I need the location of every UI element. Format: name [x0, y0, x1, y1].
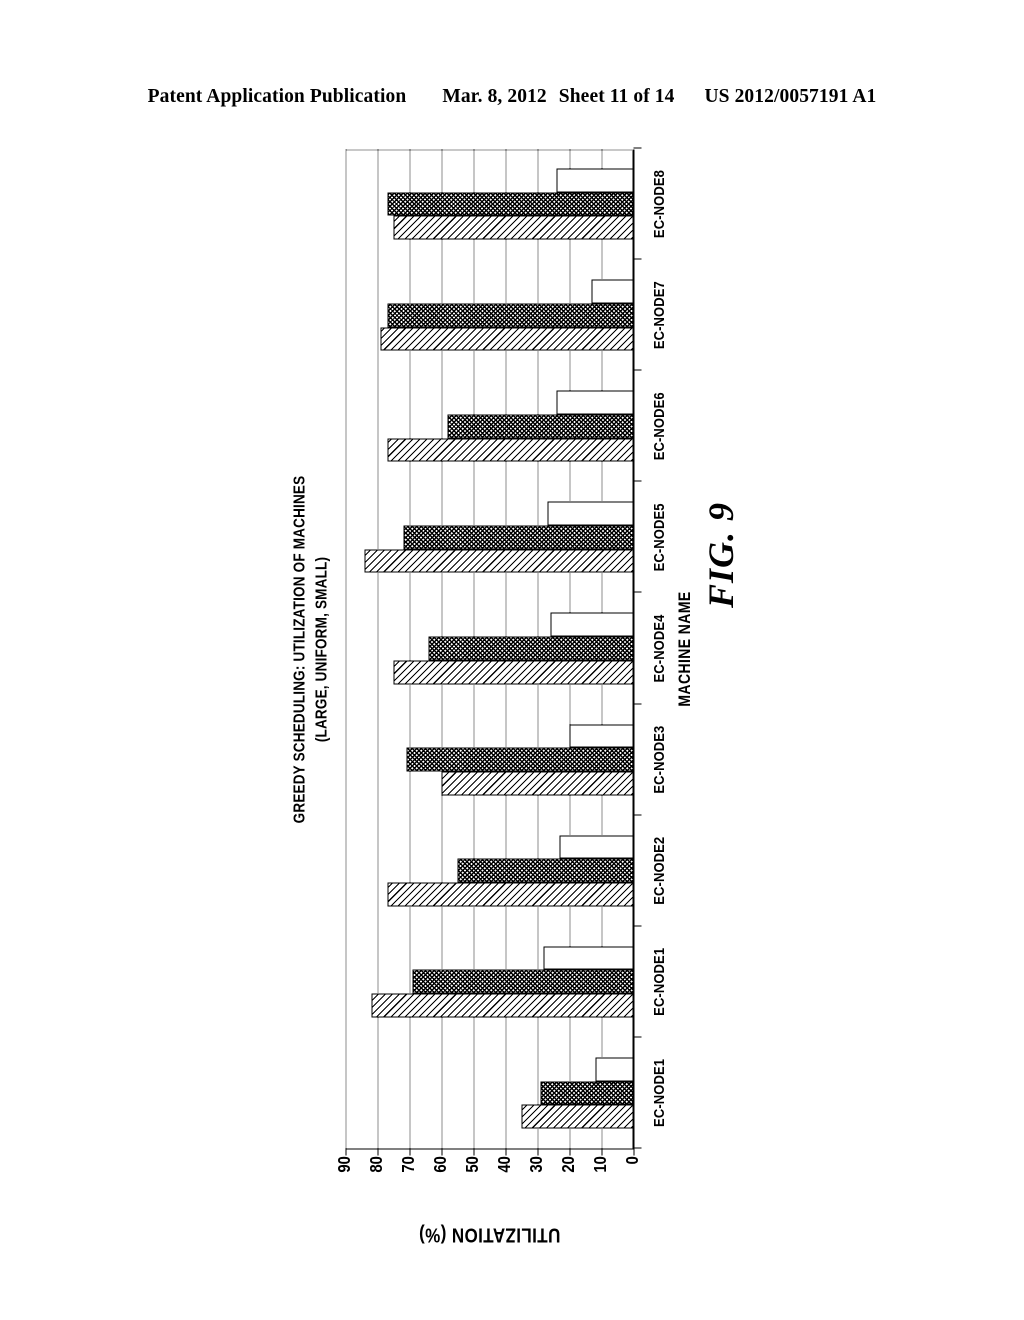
bar-small-6 [547, 501, 634, 526]
category-separator [633, 703, 642, 705]
bar-uniform-8 [387, 303, 634, 328]
chart: GREEDY SCHEDULING: UTILIZATION OF MACHIN… [289, 147, 694, 1246]
value-axis-title: UTILIZATION (%) [418, 1223, 561, 1247]
category-label: EC-NODE3 [650, 725, 668, 794]
value-tick-label: 80 [367, 1156, 387, 1173]
plot-area: 0 10 20 30 40 50 60 70 80 90 EC-NODE1 EC-NODE1 EC-N… [335, 147, 694, 1246]
bar-large-1 [521, 1104, 634, 1129]
bar-small-3 [559, 835, 634, 859]
value-tick [633, 1148, 635, 1156]
chart-subtitle: (LARGE, UNIFORM, SMALL) [312, 556, 331, 743]
category-axis-title: MACHINE NAME [674, 591, 694, 707]
category-separator [633, 925, 642, 927]
bar-small-4 [569, 724, 634, 748]
bar-small-2 [543, 946, 634, 970]
chart-title: GREEDY SCHEDULING: UTILIZATION OF MACHIN… [290, 475, 309, 824]
bar-small-5 [550, 612, 634, 637]
value-tick-label: 40 [495, 1156, 515, 1173]
bar-small-7 [556, 390, 634, 415]
bar-uniform-5 [428, 636, 634, 661]
gridline [345, 149, 347, 1149]
bar-uniform-3 [457, 858, 634, 883]
category-label: EC-NODE1 [650, 1058, 668, 1127]
bar-small-1 [595, 1057, 634, 1082]
bar-small-9 [556, 168, 634, 193]
category-separator [633, 147, 642, 149]
category-label: EC-NODE5 [650, 503, 668, 572]
category-label: EC-NODE7 [650, 281, 668, 350]
category-separator [633, 258, 642, 260]
value-tick-label: 70 [399, 1156, 419, 1173]
bar-large-4 [441, 771, 634, 796]
bar-small-8 [591, 279, 634, 304]
value-tick [377, 1148, 379, 1156]
category-label: EC-NODE1 [650, 947, 668, 1016]
bar-large-3 [387, 882, 634, 907]
bar-large-2 [371, 993, 634, 1018]
value-tick-label: 20 [559, 1156, 579, 1173]
value-tick [441, 1148, 443, 1156]
gridline [633, 149, 635, 1149]
figure-9: GREEDY SCHEDULING: UTILIZATION OF MACHIN… [0, 0, 1024, 1320]
value-tick-label: 0 [623, 1156, 643, 1165]
bar-uniform-2 [412, 969, 634, 994]
figure-caption: FIG. 9 [701, 501, 741, 608]
bar-uniform-4 [406, 747, 634, 772]
value-tick-label: 10 [591, 1156, 611, 1173]
value-tick-label: 30 [527, 1156, 547, 1173]
value-tick [409, 1148, 411, 1156]
bar-uniform-7 [447, 414, 634, 439]
value-tick [345, 1148, 347, 1156]
category-separator [633, 369, 642, 371]
bar-uniform-1 [540, 1081, 634, 1105]
bar-large-7 [387, 438, 634, 462]
value-tick [537, 1148, 539, 1156]
category-label: EC-NODE6 [650, 392, 668, 461]
bar-large-6 [364, 549, 634, 573]
chart-rotated-container: GREEDY SCHEDULING: UTILIZATION OF MACHIN… [289, 147, 694, 1246]
category-separator [633, 480, 642, 482]
value-tick [505, 1148, 507, 1156]
value-tick-label: 50 [463, 1156, 483, 1173]
category-label: EC-NODE4 [650, 614, 668, 683]
bar-large-5 [393, 660, 634, 685]
value-tick-label: 90 [335, 1156, 355, 1173]
category-separator [633, 814, 642, 816]
bar-large-9 [393, 215, 634, 240]
category-label: EC-NODE8 [650, 170, 668, 239]
value-tick [601, 1148, 603, 1156]
bar-uniform-9 [387, 192, 634, 216]
category-label: EC-NODE2 [650, 836, 668, 905]
value-tick-label: 60 [431, 1156, 451, 1173]
category-separator [633, 1036, 642, 1038]
value-tick [473, 1148, 475, 1156]
value-tick [569, 1148, 571, 1156]
category-separator [633, 1147, 642, 1149]
bar-uniform-6 [403, 525, 634, 550]
bar-large-8 [380, 327, 634, 351]
category-separator [633, 591, 642, 593]
